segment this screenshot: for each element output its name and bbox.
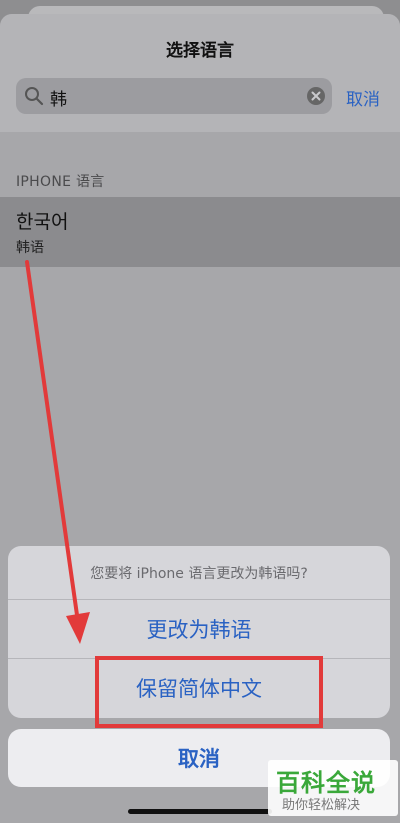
- search-input[interactable]: 韩: [16, 78, 332, 114]
- home-indicator: [128, 809, 272, 814]
- language-subtitle: 韩语: [16, 240, 44, 256]
- search-value: 韩: [50, 90, 67, 110]
- annotation-highlight: [95, 656, 323, 728]
- language-item-korean[interactable]: 한국어 韩语: [0, 197, 400, 267]
- nav-bar: 选择语言 韩 取消: [0, 14, 400, 132]
- search-cancel-button[interactable]: 取消: [346, 85, 380, 110]
- change-to-korean-button[interactable]: 更改为韩语: [8, 600, 390, 658]
- watermark-subtitle: 助你轻松解决: [282, 798, 361, 813]
- watermark: 百科全说 助你轻松解决: [268, 760, 398, 816]
- watermark-title: 百科全说: [276, 769, 376, 797]
- search-icon: [25, 87, 44, 106]
- section-header: IPHONE 语言: [16, 174, 105, 190]
- page-title: 选择语言: [166, 41, 234, 61]
- clear-icon[interactable]: [306, 86, 326, 106]
- language-native-name: 한국어: [16, 211, 69, 233]
- action-sheet-message: 您要将 iPhone 语言更改为韩语吗?: [90, 565, 308, 582]
